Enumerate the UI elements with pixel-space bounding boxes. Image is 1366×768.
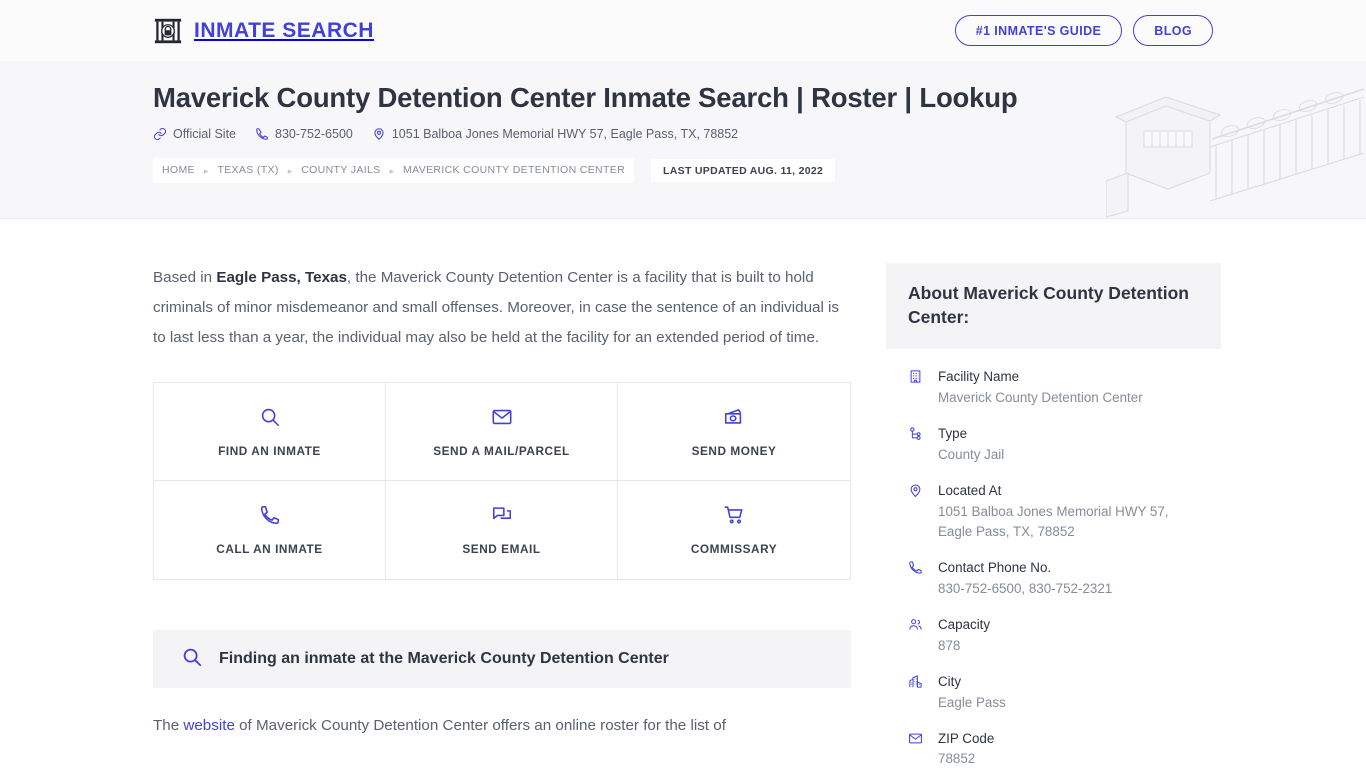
intro-bold-location: Eagle Pass, Texas [216,269,347,286]
meta-official-site-label[interactable]: Official Site [173,127,236,141]
meta-phone[interactable]: 830-752-6500 [255,127,353,141]
site-header: INMATE SEARCH #1 INMATE'S GUIDE BLOG [0,0,1366,61]
page-title: Maverick County Detention Center Inmate … [153,82,1018,113]
map-pin-icon [372,127,386,141]
breadcrumb-item-texas[interactable]: TEXAS (TX) [208,158,288,183]
blog-button[interactable]: BLOG [1133,14,1213,47]
jail-bars-lock-icon [153,16,183,46]
tile-label: SEND EMAIL [462,542,541,556]
intro-paragraph: Based in Eagle Pass, Texas, the Maverick… [153,263,851,353]
last-updated-badge: LAST UPDATED AUG. 11, 2022 [651,159,836,183]
main-column: Based in Eagle Pass, Texas, the Maverick… [153,219,851,741]
sidebar-column: About Maverick County Detention Center: [886,219,1221,768]
about-card-body: Facility Name Maverick County Detention … [886,349,1221,768]
banknote-icon [723,406,745,428]
hero-meta: Official Site 830-752-6500 1051 Balboa J… [153,127,1213,141]
info-label: City [938,673,962,689]
action-tiles-grid: FIND AN INMATE SEND A MAIL/PARCEL SEND M… [153,382,851,580]
content-area: Based in Eagle Pass, Texas, the Maverick… [0,219,1366,768]
info-value: County Jail [938,446,1005,462]
info-row-contact-phone: Contact Phone No. 830-752-6500, 830-752-… [908,558,1199,599]
info-label: Contact Phone No. [938,559,1052,575]
envelope-icon [908,729,925,768]
website-link[interactable]: website [183,717,235,734]
info-label: Facility Name [938,369,1020,385]
info-value: 1051 Balboa Jones Memorial HWY 57, Eagle… [938,503,1169,539]
info-value: 878 [938,637,961,653]
inmates-guide-button[interactable]: #1 INMATE'S GUIDE [954,14,1123,47]
info-row-city: City Eagle Pass [908,672,1199,713]
breadcrumb: HOME ▸ TEXAS (TX) ▸ COUNTY JAILS ▸ MAVER… [153,158,1213,183]
tile-label: SEND A MAIL/PARCEL [433,443,570,458]
map-pin-icon [908,481,925,542]
info-row-facility-name: Facility Name Maverick County Detention … [908,367,1199,408]
city-icon [908,672,925,713]
hero-banner: Maverick County Detention Center Inmate … [0,61,1366,219]
roster-paragraph: The website of Maverick County Detention… [153,711,851,741]
phone-icon [255,127,269,141]
about-facility-card: About Maverick County Detention Center: [886,263,1221,768]
info-label: ZIP Code [938,730,995,746]
envelope-icon [491,406,513,428]
node-share-icon [908,424,925,465]
tile-find-an-inmate[interactable]: FIND AN INMATE [154,383,386,481]
phone-icon [259,504,281,526]
info-label: Located At [938,483,1002,498]
brand-logo-link[interactable]: INMATE SEARCH [153,16,374,46]
tile-commissary[interactable]: COMMISSARY [618,481,850,579]
people-icon [908,615,925,656]
info-value: Eagle Pass [938,694,1006,710]
chat-bubbles-icon [491,504,513,526]
meta-address-label: 1051 Balboa Jones Memorial HWY 57, Eagle… [391,127,739,142]
meta-official-site[interactable]: Official Site [153,127,236,141]
meta-phone-label: 830-752-6500 [275,127,353,142]
tile-label: FIND AN INMATE [218,443,321,458]
page-root: INMATE SEARCH #1 INMATE'S GUIDE BLOG Mav… [0,0,1366,768]
phone-icon [908,558,925,599]
section-heading-bar: Finding an inmate at the Maverick County… [153,630,851,688]
search-icon [181,646,203,673]
breadcrumb-item-county-jails[interactable]: COUNTY JAILS [292,158,390,183]
roster-text-rest: of Maverick County Detention Center offe… [234,717,726,734]
info-label: Type [938,426,968,442]
tile-send-a-mail-parcel[interactable]: SEND A MAIL/PARCEL [386,383,618,481]
building-icon [908,367,925,408]
info-value: 830-752-6500, 830-752-2321 [938,580,1113,596]
tile-call-an-inmate[interactable]: CALL AN INMATE [154,481,386,579]
header-actions: #1 INMATE'S GUIDE BLOG [954,14,1213,47]
meta-address: 1051 Balboa Jones Memorial HWY 57, Eagle… [372,127,738,141]
about-card-header: About Maverick County Detention Center: [886,263,1221,350]
info-row-type: Type County Jail [908,424,1199,465]
info-value: Maverick County Detention Center [938,390,1143,406]
section-heading-title: Finding an inmate at the Maverick County… [219,650,669,667]
tile-send-email[interactable]: SEND EMAIL [386,481,618,579]
tile-label: CALL AN INMATE [216,542,323,556]
roster-text-prefix: The [153,717,184,734]
tile-label: SEND MONEY [691,443,777,458]
info-row-located-at: Located At 1051 Balboa Jones Memorial HW… [908,481,1199,542]
info-row-capacity: Capacity 878 [908,615,1199,656]
tile-send-money[interactable]: SEND MONEY [618,383,850,481]
brand-name: INMATE SEARCH [194,18,374,42]
info-row-zip-code: ZIP Code 78852 [908,729,1199,768]
search-icon [259,406,281,428]
breadcrumb-item-current: MAVERICK COUNTY DETENTION CENTER [394,158,635,183]
tile-label: COMMISSARY [690,542,778,556]
link-icon [153,127,167,141]
about-card-title: About Maverick County Detention Center: [908,283,1189,327]
intro-prefix: Based in [153,269,217,286]
info-label: Capacity [938,616,991,632]
breadcrumb-item-home[interactable]: HOME [153,158,204,183]
shopping-cart-icon [723,504,745,526]
info-value: 78852 [938,751,976,767]
